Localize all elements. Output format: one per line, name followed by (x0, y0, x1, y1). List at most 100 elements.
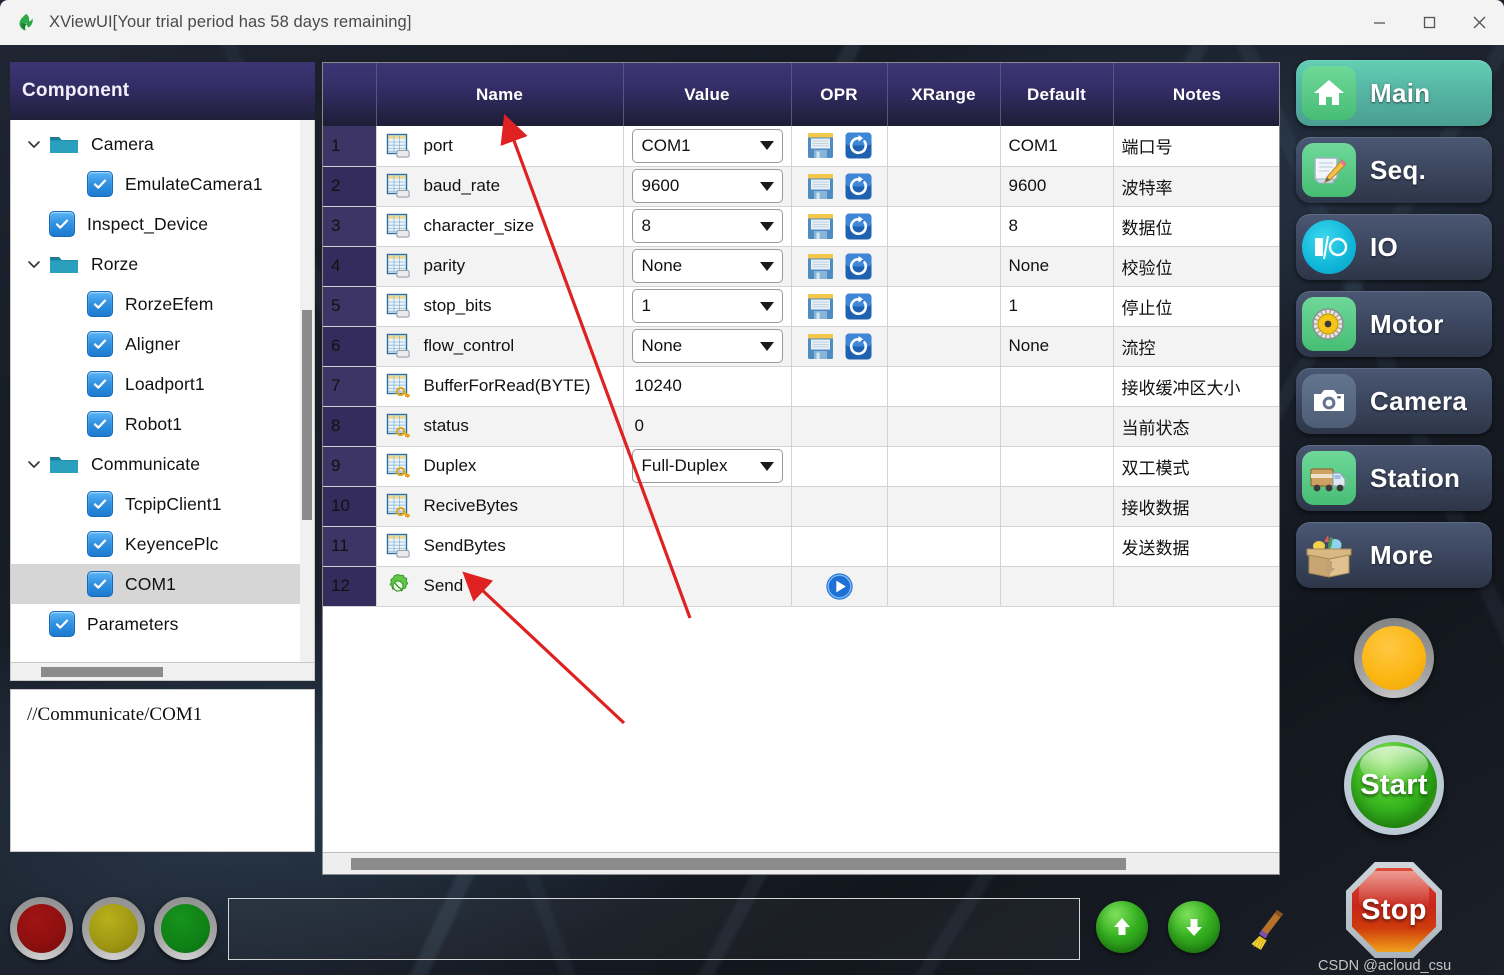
cell-xrange[interactable] (887, 326, 1001, 367)
cell-opr[interactable] (791, 286, 888, 327)
table-row[interactable]: 1 port COM1 COM1 端口号 (323, 126, 1279, 167)
chevron-down-icon[interactable] (759, 341, 774, 351)
value-dropdown[interactable]: None (631, 329, 783, 363)
tree-checkbox[interactable] (87, 371, 113, 397)
row-number[interactable]: 4 (323, 246, 377, 287)
maximize-button[interactable] (1404, 0, 1454, 45)
component-tree[interactable]: Camera EmulateCamera1 Inspect_Device Rorze R… (11, 120, 300, 662)
cell-notes[interactable]: 双工模式 (1113, 446, 1279, 487)
cell-name[interactable]: stop_bits (376, 286, 624, 327)
cell-notes[interactable]: 端口号 (1113, 126, 1279, 167)
chevron-down-icon[interactable] (759, 221, 774, 231)
tree-item-aligner[interactable]: Aligner (11, 324, 300, 364)
tree-expander[interactable] (19, 136, 49, 152)
table-row[interactable]: 5 stop_bits 1 1 停止位 (323, 286, 1279, 327)
minimize-button[interactable] (1354, 0, 1404, 45)
cell-name[interactable]: Duplex (376, 446, 624, 487)
cell-value[interactable] (623, 566, 792, 607)
chevron-down-icon[interactable] (759, 301, 774, 311)
tree-vertical-scrollbar[interactable] (300, 120, 314, 662)
clear-log-button[interactable] (1240, 901, 1294, 955)
cell-xrange[interactable] (887, 286, 1001, 327)
value-dropdown[interactable]: 1 (631, 289, 783, 323)
column-header-rownum[interactable] (323, 63, 377, 126)
cell-xrange[interactable] (887, 446, 1001, 487)
save-icon[interactable] (806, 332, 835, 361)
cell-name[interactable]: baud_rate (376, 166, 624, 207)
cell-value[interactable] (623, 486, 792, 527)
tree-item-communicate[interactable]: Communicate (11, 444, 300, 484)
tree-checkbox[interactable] (49, 611, 75, 637)
scroll-up-button[interactable] (1096, 901, 1148, 953)
tree-expander[interactable] (19, 456, 49, 472)
save-icon[interactable] (806, 172, 835, 201)
value-dropdown[interactable]: 9600 (631, 169, 783, 203)
value-dropdown[interactable]: Full-Duplex (631, 449, 783, 483)
table-row[interactable]: 12 Send (323, 566, 1279, 607)
start-button[interactable]: Start (1344, 735, 1444, 835)
cell-opr[interactable] (791, 566, 888, 607)
table-horizontal-scroll-thumb[interactable] (351, 858, 1126, 870)
value-dropdown[interactable]: COM1 (631, 128, 783, 163)
tree-item-parameters[interactable]: Parameters (11, 604, 300, 644)
cell-notes[interactable]: 当前状态 (1113, 406, 1279, 447)
cell-xrange[interactable] (887, 486, 1001, 527)
tree-item-emulatecamera1[interactable]: EmulateCamera1 (11, 164, 300, 204)
tree-item-com1[interactable]: COM1 (11, 564, 300, 604)
column-header-xrange[interactable]: XRange (887, 63, 1001, 126)
tree-checkbox[interactable] (49, 211, 75, 237)
play-icon[interactable] (825, 572, 854, 601)
column-header-opr[interactable]: OPR (791, 63, 888, 126)
cell-opr[interactable] (791, 126, 888, 167)
tree-item-inspect_device[interactable]: Inspect_Device (11, 204, 300, 244)
row-number[interactable]: 6 (323, 326, 377, 367)
cell-value[interactable]: 9600 (623, 166, 792, 207)
cell-name[interactable]: parity (376, 246, 624, 287)
cell-xrange[interactable] (887, 406, 1001, 447)
save-icon[interactable] (806, 131, 835, 160)
tree-item-rorze[interactable]: Rorze (11, 244, 300, 284)
tree-vertical-scroll-thumb[interactable] (302, 310, 312, 520)
row-number[interactable]: 7 (323, 366, 377, 407)
cell-opr[interactable] (791, 246, 888, 287)
green-lamp[interactable] (154, 897, 217, 960)
cell-opr[interactable] (791, 486, 888, 527)
tree-item-keyenceplc[interactable]: KeyencePlc (11, 524, 300, 564)
cell-notes[interactable]: 发送数据 (1113, 526, 1279, 567)
table-row[interactable]: 2 baud_rate 9600 9600 波特率 (323, 166, 1279, 207)
cell-name[interactable]: BufferForRead(BYTE) (376, 366, 624, 407)
cell-notes[interactable]: 接收缓冲区大小 (1113, 366, 1279, 407)
cell-value[interactable] (623, 526, 792, 567)
cell-xrange[interactable] (887, 126, 1001, 167)
table-horizontal-scrollbar[interactable] (323, 852, 1279, 874)
cell-xrange[interactable] (887, 566, 1001, 607)
scroll-down-button[interactable] (1168, 901, 1220, 953)
cell-notes[interactable] (1113, 566, 1279, 607)
row-number[interactable]: 2 (323, 166, 377, 207)
chevron-down-icon[interactable] (759, 461, 774, 471)
tree-item-camera[interactable]: Camera (11, 124, 300, 164)
refresh-icon[interactable] (844, 212, 873, 241)
cell-opr[interactable] (791, 446, 888, 487)
yellow-lamp[interactable] (82, 897, 145, 960)
row-number[interactable]: 5 (323, 286, 377, 327)
cell-opr[interactable] (791, 526, 888, 567)
chevron-down-icon[interactable] (759, 181, 774, 191)
red-lamp[interactable] (10, 897, 73, 960)
stop-button[interactable]: Stop (1344, 860, 1444, 960)
cell-name[interactable]: flow_control (376, 326, 624, 367)
rail-button-station[interactable]: Station (1296, 445, 1492, 511)
cell-name[interactable]: status (376, 406, 624, 447)
log-output-field[interactable] (228, 898, 1080, 960)
table-row[interactable]: 4 parity None None 校验位 (323, 246, 1279, 287)
rail-button-seq[interactable]: Seq. (1296, 137, 1492, 203)
rail-button-motor[interactable]: Motor (1296, 291, 1492, 357)
column-header-name[interactable]: Name (376, 63, 624, 126)
refresh-icon[interactable] (844, 252, 873, 281)
cell-name[interactable]: SendBytes (376, 526, 624, 567)
tree-checkbox[interactable] (87, 291, 113, 317)
cell-notes[interactable]: 停止位 (1113, 286, 1279, 327)
refresh-icon[interactable] (844, 332, 873, 361)
cell-notes[interactable]: 校验位 (1113, 246, 1279, 287)
table-row[interactable]: 8 status 0 当前状态 (323, 406, 1279, 447)
